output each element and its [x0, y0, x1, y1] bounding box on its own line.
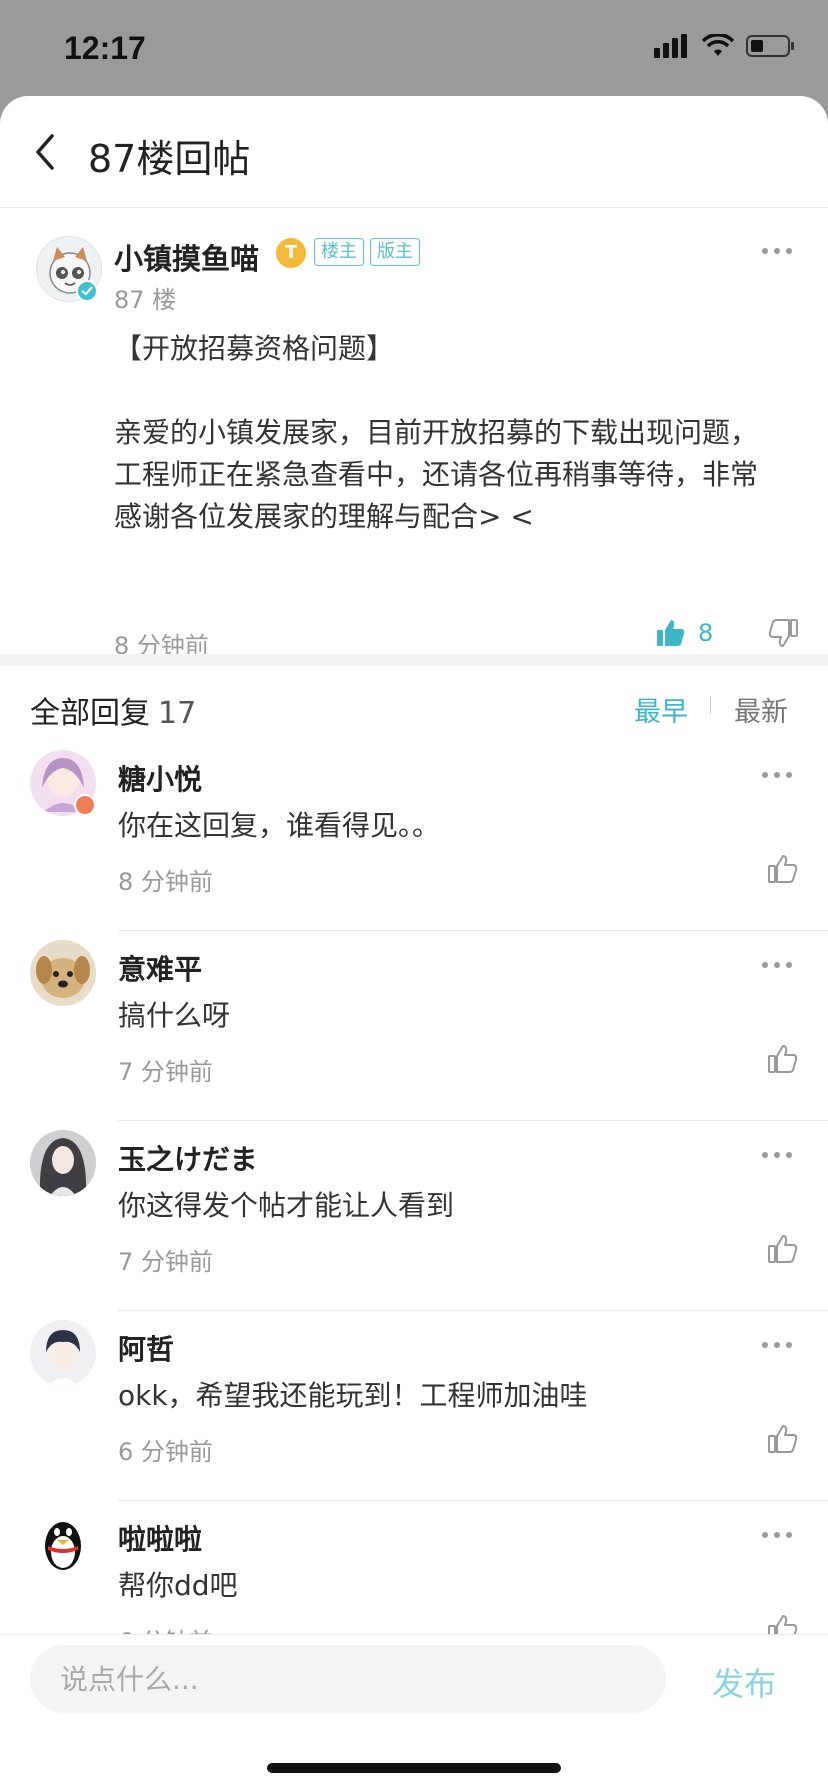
like-count: 8 — [698, 619, 714, 647]
sort-latest-tab[interactable]: 最新 — [734, 690, 788, 729]
reply-sheet: 87楼回帖 小镇摸鱼喵 T 楼主 版主 87 楼 【开放招募资格问题】 亲爱的小… — [0, 96, 828, 1792]
reply-author[interactable]: 意难平 — [118, 948, 202, 988]
reply-text: 你在这回复，谁看得见。。 — [118, 809, 441, 842]
wifi-icon — [702, 34, 734, 56]
reply-time: 8 分钟前 — [118, 868, 213, 896]
anime-character-avatar-icon — [30, 1130, 96, 1196]
reply-like-button[interactable] — [768, 1234, 798, 1268]
author-name[interactable]: 小镇摸鱼喵 — [114, 236, 259, 278]
home-indicator[interactable] — [267, 1763, 561, 1773]
more-icon[interactable] — [762, 962, 794, 970]
replies-count: 17 — [158, 696, 197, 731]
thumbs-up-icon — [768, 855, 798, 883]
reply-text: 搞什么呀 — [118, 999, 231, 1032]
star-badge-icon — [74, 794, 96, 816]
replies-header: 全部回复 17 最早 最新 — [0, 666, 828, 750]
reply-author[interactable]: 糖小悦 — [118, 758, 202, 798]
more-icon[interactable] — [762, 248, 794, 256]
reply-divider — [118, 1120, 828, 1121]
reply-text: 帮你dd吧 — [118, 1569, 238, 1602]
penguin-avatar-icon — [30, 1510, 96, 1576]
reply-text: 你这得发个帖才能让人看到 — [118, 1189, 455, 1222]
reply-item: 糖小悦 你在这回复，谁看得见。。 8 分钟前 — [0, 750, 828, 940]
reply-avatar[interactable] — [30, 1510, 96, 1576]
reply-time: 7 分钟前 — [118, 1248, 213, 1276]
post-body: 【开放招募资格问题】 亲爱的小镇发展家，目前开放招募的下载出现问题，工程师正在紧… — [114, 332, 759, 533]
reply-time: 6 分钟前 — [118, 1438, 213, 1466]
like-button[interactable]: 8 — [656, 618, 713, 648]
reply-like-button[interactable] — [768, 1044, 798, 1078]
signal-icon — [654, 34, 687, 58]
tag-moderator: 版主 — [370, 238, 420, 266]
reply-like-button[interactable] — [768, 1424, 798, 1458]
comment-input[interactable] — [30, 1645, 666, 1713]
reply-item: 意难平 搞什么呀 7 分钟前 — [0, 940, 828, 1130]
thumbs-up-icon — [768, 1045, 798, 1073]
comment-composer: 发布 — [0, 1634, 828, 1792]
reply-text: okk，希望我还能玩到！工程师加油哇 — [118, 1379, 588, 1412]
reply-divider — [118, 1500, 828, 1501]
status-time: 12:17 — [64, 30, 146, 66]
more-icon[interactable] — [762, 1532, 794, 1540]
reply-item: 阿哲 okk，希望我还能玩到！工程师加油哇 6 分钟前 — [0, 1320, 828, 1510]
thumbs-up-filled-icon — [657, 620, 685, 646]
dislike-button[interactable] — [768, 618, 798, 652]
reply-author[interactable]: 啦啦啦 — [118, 1518, 202, 1558]
floor-number: 87 楼 — [114, 286, 177, 314]
dog-avatar-icon — [30, 940, 96, 1006]
thumbs-up-icon — [768, 1235, 798, 1263]
anime-boy-avatar-icon — [30, 1320, 96, 1386]
more-icon[interactable] — [762, 1342, 794, 1350]
level-badge-icon: T — [276, 238, 306, 268]
battery-icon — [746, 35, 794, 57]
status-bar: 12:17 — [0, 0, 828, 96]
reply-divider — [118, 1310, 828, 1311]
tag-op: 楼主 — [314, 238, 364, 266]
reply-author[interactable]: 玉之けだま — [118, 1138, 257, 1178]
verified-icon — [76, 280, 98, 302]
back-icon[interactable] — [30, 132, 62, 172]
more-icon[interactable] — [762, 772, 794, 780]
replies-title-text: 全部回复 — [30, 696, 150, 731]
reply-time: 7 分钟前 — [118, 1058, 213, 1086]
reply-author[interactable]: 阿哲 — [118, 1328, 174, 1368]
reply-item: 玉之けだま 你这得发个帖才能让人看到 7 分钟前 — [0, 1130, 828, 1320]
sort-separator — [710, 696, 711, 714]
section-divider — [0, 654, 828, 666]
thumbs-up-icon — [768, 1425, 798, 1453]
reply-like-button[interactable] — [768, 854, 798, 888]
nav-bar: 87楼回帖 — [0, 96, 828, 208]
publish-button[interactable]: 发布 — [712, 1659, 776, 1705]
thumbs-down-icon — [768, 619, 798, 647]
reply-avatar[interactable] — [30, 1320, 96, 1386]
more-icon[interactable] — [762, 1152, 794, 1160]
replies-title: 全部回复 17 — [30, 688, 196, 732]
reply-divider — [118, 930, 828, 931]
sort-earliest-tab[interactable]: 最早 — [634, 690, 688, 729]
reply-avatar[interactable] — [30, 940, 96, 1006]
reply-avatar[interactable] — [30, 1130, 96, 1196]
status-icons — [654, 34, 796, 58]
page-title: 87楼回帖 — [88, 137, 251, 181]
